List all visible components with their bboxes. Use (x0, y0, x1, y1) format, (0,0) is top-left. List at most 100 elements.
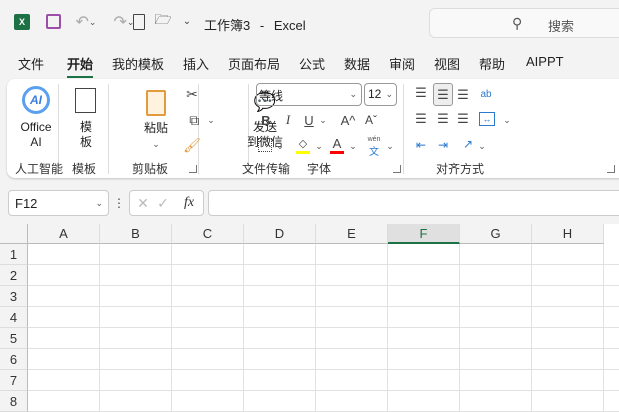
office-ai-label-2: AI (30, 135, 42, 149)
tab-page-layout[interactable]: 页面布局 (228, 54, 280, 73)
template-label: 模 (79, 120, 92, 134)
divider (108, 84, 109, 174)
tab-help[interactable]: 帮助 (479, 54, 505, 73)
workbook-name: 工作簿3 (204, 18, 251, 33)
formula-input[interactable] (208, 190, 619, 216)
clipboard-launcher-icon[interactable] (189, 165, 197, 173)
title-separator: - (259, 18, 265, 33)
borders-icon[interactable] (258, 138, 272, 152)
open-folder-icon[interactable]: 🗁 (154, 11, 172, 28)
decrease-font-size-button[interactable]: Aˇ (361, 112, 381, 128)
tab-aippt[interactable]: AIPPT (526, 54, 564, 69)
row-header-8[interactable]: 8 (0, 391, 28, 412)
row-header-1[interactable]: 1 (0, 244, 28, 265)
tab-my-templates[interactable]: 我的模板 (112, 54, 164, 73)
phonetic-dropdown-icon[interactable]: ⌄ (385, 140, 395, 152)
increase-font-size-button[interactable]: A^ (337, 112, 359, 128)
row-header-5[interactable]: 5 (0, 328, 28, 349)
office-ai-button[interactable]: AI Office AI (18, 86, 64, 152)
row-header-6[interactable]: 6 (0, 349, 28, 370)
column-header-c[interactable]: C (172, 224, 244, 244)
tab-home[interactable]: 开始 (67, 54, 94, 78)
font-name-select[interactable]: 等线 ⌄ (256, 83, 362, 106)
borders-dropdown-icon[interactable]: ⌄ (275, 140, 285, 152)
alignment-launcher-icon[interactable] (607, 165, 615, 173)
ai-icon: AI (22, 86, 50, 114)
align-bottom-icon[interactable]: ☰ (455, 87, 471, 102)
tab-file[interactable]: 文件 (18, 54, 44, 73)
name-box-value: F12 (15, 196, 38, 211)
worksheet-grid[interactable]: ABCDEFGH 12345678 (0, 224, 619, 412)
align-left-icon[interactable]: ☰ (413, 111, 429, 126)
row-header-4[interactable]: 4 (0, 307, 28, 328)
save-icon[interactable] (46, 14, 61, 29)
group-label-clipboard: 剪贴板 (132, 162, 169, 176)
undo-icon[interactable]: ↶ ⌄ (74, 12, 98, 32)
phonetic-guide-button[interactable]: wén 文 (366, 136, 382, 158)
cut-icon[interactable]: ✂ (184, 86, 200, 102)
align-center-icon[interactable]: ☰ (435, 111, 451, 126)
font-launcher-icon[interactable] (393, 165, 401, 173)
new-file-icon[interactable] (133, 14, 145, 30)
chevron-down-icon: ⌄ (349, 89, 357, 99)
gridline (28, 264, 619, 265)
tab-formulas[interactable]: 公式 (299, 54, 325, 73)
align-middle-icon[interactable]: ☰ (433, 83, 453, 106)
insert-function-button[interactable]: fx (180, 194, 198, 212)
merge-dropdown-icon[interactable]: ⌄ (502, 114, 512, 126)
phonetic-bottom: 文 (369, 147, 379, 158)
decrease-indent-icon[interactable]: ⇤ (413, 138, 429, 152)
chevron-down-icon: ⌄ (95, 198, 103, 208)
column-header-h[interactable]: H (532, 224, 604, 244)
divider (403, 84, 404, 174)
bold-button[interactable]: B (258, 112, 274, 128)
row-header-7[interactable]: 7 (0, 370, 28, 391)
enter-icon[interactable]: ✓ (155, 195, 171, 211)
tab-view[interactable]: 视图 (434, 54, 460, 73)
customize-toolbar-icon[interactable]: ⌄ (182, 14, 192, 28)
underline-button[interactable]: U (301, 112, 317, 128)
select-all-button[interactable] (0, 224, 28, 244)
font-size-value: 12 (368, 87, 382, 101)
fill-color-dropdown-icon[interactable]: ⌄ (314, 140, 324, 152)
gridline (28, 390, 619, 391)
column-header-g[interactable]: G (460, 224, 532, 244)
align-right-icon[interactable]: ☰ (455, 111, 471, 126)
column-header-b[interactable]: B (100, 224, 172, 244)
column-header-f[interactable]: F (388, 224, 460, 244)
font-size-select[interactable]: 12 ⌄ (364, 83, 397, 106)
row-header-2[interactable]: 2 (0, 265, 28, 286)
app-name: Excel (273, 18, 306, 33)
column-header-e[interactable]: E (316, 224, 388, 244)
tab-review[interactable]: 审阅 (389, 54, 415, 73)
font-color-dropdown-icon[interactable]: ⌄ (348, 140, 358, 152)
gridline (28, 327, 619, 328)
tab-insert[interactable]: 插入 (183, 54, 209, 73)
name-box[interactable]: F12 ⌄ (8, 190, 109, 216)
cancel-icon[interactable]: ✕ (135, 195, 151, 211)
more-options-icon[interactable]: ⋮ (113, 195, 125, 211)
phonetic-top: wén (367, 136, 381, 143)
row-header-3[interactable]: 3 (0, 286, 28, 307)
window-title: 工作簿3 - Excel (204, 15, 306, 34)
italic-button[interactable]: I (280, 112, 296, 128)
paste-dropdown-icon[interactable]: ⌄ (142, 137, 170, 152)
fill-color-icon[interactable]: ◇ (296, 136, 310, 154)
tab-data[interactable]: 数据 (344, 54, 370, 73)
align-top-icon[interactable]: ☰ (413, 85, 429, 100)
column-header-a[interactable]: A (28, 224, 100, 244)
column-header-d[interactable]: D (244, 224, 316, 244)
template-button[interactable]: 模 板 (72, 88, 102, 152)
increase-indent-icon[interactable]: ⇥ (435, 138, 451, 152)
font-color-button[interactable]: A (330, 136, 344, 154)
format-painter-icon[interactable]: 🖌 (183, 137, 201, 153)
search-box[interactable]: ⚲ 搜索 (429, 8, 619, 38)
underline-dropdown-icon[interactable]: ⌄ (318, 114, 328, 126)
copy-icon[interactable]: ⧉ ⌄ (184, 112, 220, 128)
wrap-text-button[interactable]: ab (477, 84, 495, 104)
merge-center-icon[interactable]: ↔ (479, 112, 495, 126)
search-icon: ⚲ (512, 15, 523, 31)
paste-button[interactable]: 粘贴 ⌄ (142, 88, 176, 152)
orientation-icon[interactable]: ↗ (459, 136, 477, 152)
orientation-dropdown-icon[interactable]: ⌄ (477, 140, 487, 152)
